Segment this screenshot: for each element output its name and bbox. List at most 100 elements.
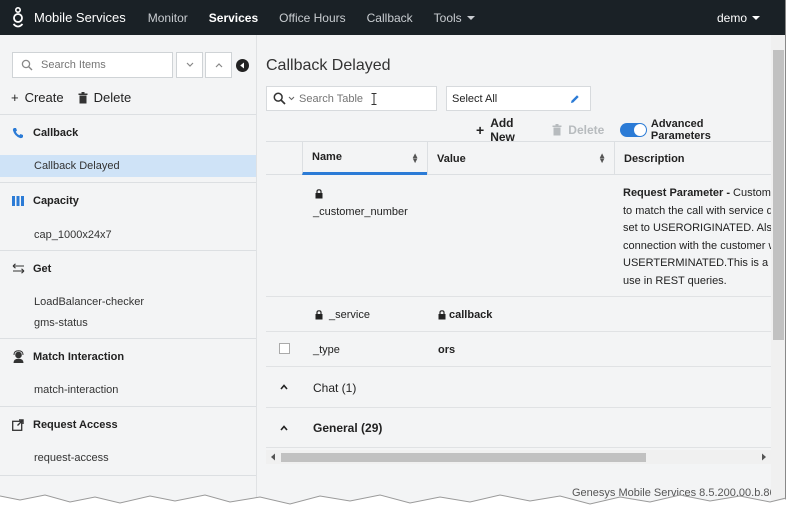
group-label: General (29) xyxy=(313,421,383,435)
arrow-right-icon[interactable] xyxy=(761,453,767,461)
sidebar-item-label: request-access xyxy=(34,452,109,464)
nav-services[interactable]: Services xyxy=(209,11,258,25)
delete-button[interactable]: Delete xyxy=(78,90,132,105)
desc-line: USERTERMINATED.This is a rec xyxy=(623,257,771,269)
sidebar-item-cap[interactable]: cap_1000x24x7 xyxy=(0,224,256,246)
nav-office-hours[interactable]: Office Hours xyxy=(279,11,345,25)
text-cursor-icon xyxy=(371,92,377,105)
table-search-input[interactable] xyxy=(299,92,399,105)
collapse-all-button[interactable] xyxy=(205,52,232,78)
nav-callback[interactable]: Callback xyxy=(367,11,413,25)
desc-line: set to USERORIGINATED. Also u xyxy=(623,222,771,234)
row-description: Request Parameter - Customer's to match t… xyxy=(623,185,771,290)
pencil-icon xyxy=(571,94,579,103)
nav-monitor[interactable]: Monitor xyxy=(148,11,188,25)
table-header: Name ▲ ▼ Value ▲ ▼ Description xyxy=(266,141,771,175)
nav-tools-label: Tools xyxy=(433,10,462,25)
horizontal-scrollbar[interactable] xyxy=(266,450,771,464)
column-header-description[interactable]: Description xyxy=(614,142,771,175)
swap-icon xyxy=(11,263,25,274)
capacity-icon xyxy=(11,195,25,207)
brand-name: Mobile Services xyxy=(34,10,126,25)
main-panel: Callback Delayed Select All + Add New Del… xyxy=(258,35,785,508)
row-name: _service xyxy=(329,309,370,321)
sidebar-item-request-access[interactable]: request-access xyxy=(0,448,256,468)
table-row[interactable]: _type ors xyxy=(266,332,771,367)
user-name: demo xyxy=(716,10,747,25)
sidebar-item-loadbalancer[interactable]: LoadBalancer-checker xyxy=(0,292,256,312)
lock-icon xyxy=(315,310,323,320)
sidebar-item-label: LoadBalancer-checker xyxy=(34,296,145,308)
scrollbar-thumb[interactable] xyxy=(773,50,784,340)
sidebar-divider xyxy=(0,475,256,476)
desc-line: to match the call with service da xyxy=(623,204,771,217)
column-header-label: Value xyxy=(437,152,466,165)
collapse-sidebar-button[interactable] xyxy=(236,59,249,72)
column-header-value[interactable]: Value ▲ ▼ xyxy=(427,142,614,175)
sidebar-search[interactable] xyxy=(12,52,173,78)
sidebar-item-match-interaction[interactable]: match-interaction xyxy=(0,380,256,400)
sidebar-section-callback[interactable]: Callback xyxy=(0,114,256,150)
advanced-parameters-label: Advanced Parameters xyxy=(650,118,711,142)
page-title: Callback Delayed xyxy=(266,57,391,74)
scrollbar-thumb[interactable] xyxy=(281,453,646,462)
chevron-down-icon xyxy=(752,15,760,20)
table-search[interactable] xyxy=(266,86,437,111)
column-header-label: Description xyxy=(624,152,685,165)
sidebar-section-match-interaction[interactable]: Match Interaction xyxy=(0,338,256,374)
sidebar-section-label: Get xyxy=(33,262,52,275)
chevron-down-icon xyxy=(186,62,193,67)
table-row[interactable]: _customer_number Request Parameter - Cus… xyxy=(266,175,771,297)
sidebar-section-label: Callback xyxy=(33,126,79,139)
sidebar-section-label: Request Access xyxy=(33,418,118,431)
lock-icon xyxy=(315,189,323,199)
arrow-left-icon[interactable] xyxy=(270,453,276,461)
sidebar-section-request-access[interactable]: Request Access xyxy=(0,406,256,442)
table-row[interactable]: _service callback xyxy=(266,297,771,332)
add-new-label: Add New xyxy=(490,116,515,144)
trash-icon xyxy=(78,91,88,103)
chevron-up-icon xyxy=(280,384,288,390)
desc-line: connection with the customer w xyxy=(623,239,771,252)
sidebar-item-label: match-interaction xyxy=(34,384,119,396)
group-row-chat[interactable]: Chat (1) xyxy=(266,367,771,408)
sidebar-item-callback-delayed[interactable]: Callback Delayed xyxy=(0,155,256,177)
nav-tools[interactable]: Tools xyxy=(434,11,475,25)
group-row-general[interactable]: General (29) xyxy=(266,408,771,448)
delete-row-button[interactable]: Delete xyxy=(552,123,604,137)
sidebar: + Create Delete Callback Callback Delayed… xyxy=(0,35,257,508)
sidebar-item-label: cap_1000x24x7 xyxy=(34,229,112,241)
toggle-switch[interactable] xyxy=(620,123,647,137)
vertical-scrollbar[interactable] xyxy=(771,35,785,508)
genesys-logo-icon[interactable] xyxy=(4,0,32,35)
search-icon xyxy=(273,92,286,105)
sidebar-section-capacity[interactable]: Capacity xyxy=(0,182,256,218)
sidebar-toolbar: + Create Delete xyxy=(11,90,145,105)
sidebar-search-input[interactable] xyxy=(41,59,161,71)
desc-bold: Request Parameter - xyxy=(623,187,734,199)
column-header-name[interactable]: Name ▲ ▼ xyxy=(302,142,427,175)
desc-line: use in REST queries. xyxy=(623,274,727,287)
add-new-button[interactable]: + Add New xyxy=(476,116,538,144)
column-select[interactable]: Select All xyxy=(446,86,591,111)
row-checkbox[interactable] xyxy=(279,343,290,354)
create-button[interactable]: + Create xyxy=(11,90,64,105)
sidebar-section-get[interactable]: Get xyxy=(0,250,256,286)
agent-icon xyxy=(11,350,25,363)
create-label: Create xyxy=(24,90,64,105)
parameters-table: Name ▲ ▼ Value ▲ ▼ Description _customer_num… xyxy=(266,141,771,448)
sort-icon: ▲ ▼ xyxy=(411,151,419,165)
delete-label: Delete xyxy=(93,90,132,105)
chevron-down-icon xyxy=(288,96,295,101)
expand-all-button[interactable] xyxy=(176,52,203,78)
user-menu[interactable]: demo xyxy=(717,0,760,35)
external-link-icon xyxy=(11,418,25,431)
row-value: ors xyxy=(438,344,456,356)
app-window: Mobile Services Monitor Services Office … xyxy=(0,0,786,508)
row-value: callback xyxy=(449,309,493,321)
plus-icon: + xyxy=(476,122,485,138)
advanced-parameters-toggle[interactable]: Advanced Parameters xyxy=(620,118,760,142)
sidebar-item-gms-status[interactable]: gms-status xyxy=(0,313,256,333)
column-select-value: Select All xyxy=(452,92,498,105)
group-label: Chat (1) xyxy=(313,381,357,395)
